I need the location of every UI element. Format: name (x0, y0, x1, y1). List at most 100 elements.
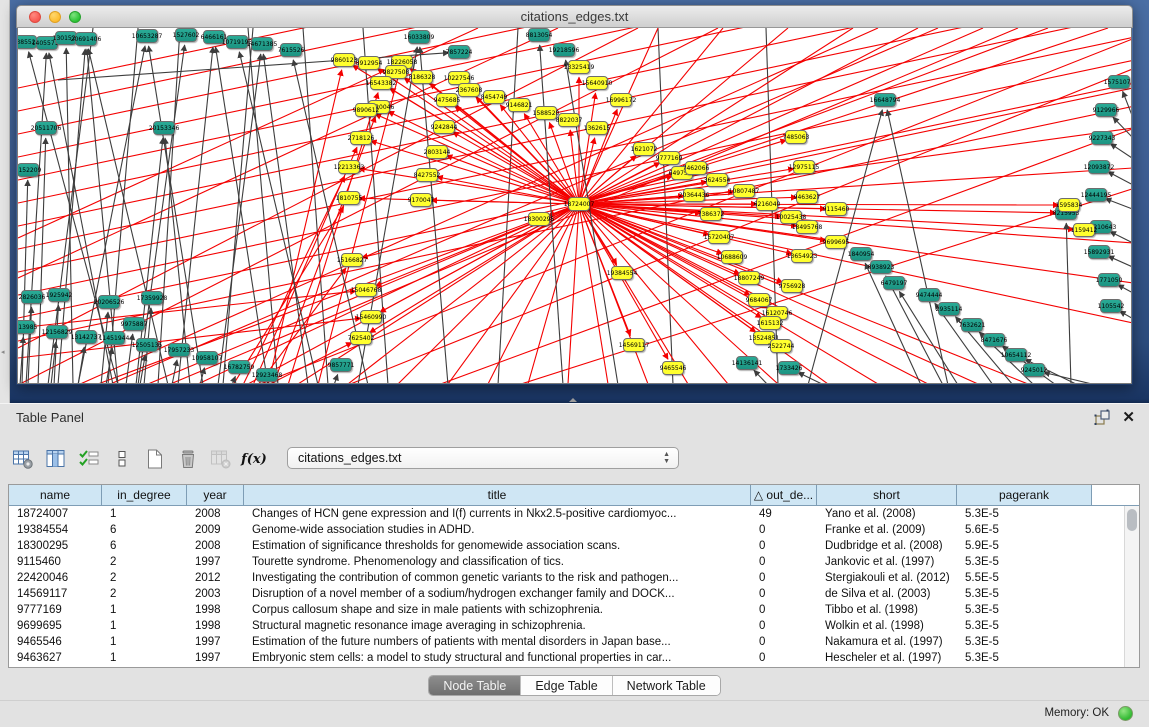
table-cell[interactable]: 14569117 (9, 586, 102, 602)
table-cell[interactable]: 1 (102, 634, 187, 650)
table-cell[interactable]: 5.3E-5 (957, 602, 1092, 618)
table-row[interactable]: 1830029562008Estimation of significance … (9, 538, 1123, 554)
table-row[interactable]: 1938455462009Genome-wide association stu… (9, 522, 1123, 538)
network-node[interactable]: 7462066 (685, 161, 707, 175)
network-node[interactable]: 7615526 (280, 43, 302, 57)
table-cell[interactable]: Estimation of the future numbers of pati… (244, 634, 751, 650)
table-cell[interactable]: Corpus callosum shape and size in male p… (244, 602, 751, 618)
table-cell[interactable]: 5.3E-5 (957, 554, 1092, 570)
table-cell[interactable]: Embryonic stem cells: a model to study s… (244, 650, 751, 666)
network-node[interactable]: 1362615 (586, 121, 608, 135)
network-node[interactable]: 18807249 (738, 271, 760, 285)
close-panel-icon[interactable]: ✕ (1122, 410, 1135, 426)
network-node[interactable]: 8813054 (528, 28, 550, 42)
network-node[interactable]: 1527602 (175, 28, 197, 42)
table-cell[interactable]: 18724007 (9, 506, 102, 522)
table-cell[interactable]: 9777169 (9, 602, 102, 618)
network-node[interactable]: 7485063 (785, 130, 807, 144)
close-window-icon[interactable] (29, 11, 41, 23)
network-node[interactable]: 2803144 (426, 145, 448, 159)
column-header-year[interactable]: year (187, 485, 244, 505)
table-row[interactable]: 946362711997Embryonic stem cells: a mode… (9, 650, 1123, 666)
float-window-icon[interactable] (1093, 409, 1110, 426)
table-row[interactable]: 2242004622012Investigating the contribut… (9, 570, 1123, 586)
table-cell[interactable]: Yano et al. (2008) (817, 506, 957, 522)
network-node[interactable]: 2826036 (21, 290, 43, 304)
table-cell[interactable]: Structural magnetic resonance image aver… (244, 618, 751, 634)
window-titlebar[interactable]: citations_edges.txt (16, 5, 1133, 28)
table-settings-icon[interactable] (10, 446, 36, 472)
table-cell[interactable]: Tibbo et al. (1998) (817, 602, 957, 618)
network-node[interactable]: 17359928 (141, 291, 163, 305)
table-cell[interactable]: 0 (751, 538, 817, 554)
table-cell[interactable]: Franke et al. (2009) (817, 522, 957, 538)
network-node[interactable]: 7632621 (961, 318, 983, 332)
table-cell[interactable]: 5.3E-5 (957, 506, 1092, 522)
network-node[interactable]: 15892931 (1088, 245, 1110, 259)
table-row[interactable]: 1456911722003Disruption of a novel membe… (9, 586, 1123, 602)
tab-node-table[interactable]: Node Table (429, 676, 521, 695)
table-cell[interactable]: 1 (102, 506, 187, 522)
table-row[interactable]: 1872400712008Changes of HCN gene express… (9, 506, 1123, 522)
network-node[interactable]: 12923468 (256, 368, 278, 382)
network-node[interactable]: 6479197 (883, 276, 905, 290)
table-cell[interactable]: Jankovic et al. (1997) (817, 554, 957, 570)
network-node[interactable]: 16543382 (370, 76, 392, 90)
network-node[interactable]: 15460990 (360, 310, 382, 324)
network-node[interactable]: 8938923 (870, 260, 892, 274)
table-cell[interactable]: 1 (102, 650, 187, 666)
delete-columns-icon[interactable] (175, 446, 201, 472)
table-cell[interactable]: 2012 (187, 570, 244, 586)
network-node[interactable]: 16782759 (228, 360, 250, 374)
table-cell[interactable]: 2 (102, 570, 187, 586)
network-node[interactable]: 16648794 (874, 93, 896, 107)
table-cell[interactable]: Dudbridge et al. (2008) (817, 538, 957, 554)
network-node[interactable]: 6216040 (756, 197, 778, 211)
network-node[interactable]: 9684067 (748, 293, 770, 307)
network-node[interactable]: 9242844 (433, 120, 455, 134)
table-cell[interactable]: Changes of HCN gene expression and I(f) … (244, 506, 751, 522)
column-header-out_de[interactable]: △ out_de... (751, 485, 817, 505)
table-cell[interactable]: 5.6E-5 (957, 522, 1092, 538)
network-canvas[interactable]: 2385528140557141301525206914061065328715… (17, 28, 1132, 384)
network-node[interactable]: 9857771 (330, 358, 352, 372)
table-cell[interactable]: 2008 (187, 538, 244, 554)
network-node[interactable]: 8454749 (483, 90, 505, 104)
network-node[interactable]: 10958107 (196, 351, 218, 365)
minimize-window-icon[interactable] (49, 11, 61, 23)
network-node[interactable]: 18495768 (796, 220, 818, 234)
network-node[interactable]: 8186328 (411, 70, 433, 84)
table-cell[interactable]: Nakamura et al. (1997) (817, 634, 957, 650)
table-cell[interactable]: 5.3E-5 (957, 634, 1092, 650)
network-node[interactable]: 9227343 (1091, 131, 1113, 145)
select-columns-icon[interactable] (76, 446, 102, 472)
table-cell[interactable]: 22420046 (9, 570, 102, 586)
network-node[interactable]: 12505135 (136, 338, 158, 352)
table-cell[interactable]: Investigating the contribution of common… (244, 570, 751, 586)
network-node[interactable]: 10653287 (136, 29, 158, 43)
table-cell[interactable]: 0 (751, 586, 817, 602)
network-node[interactable]: 9890612 (355, 103, 377, 117)
table-cell[interactable]: 0 (751, 650, 817, 666)
network-node[interactable]: 12156829 (46, 325, 68, 339)
network-node[interactable]: 1810755 (338, 191, 360, 205)
network-node[interactable]: 16033809 (408, 30, 430, 44)
network-node[interactable]: 10654112 (1005, 348, 1027, 362)
network-node[interactable]: 13325419 (568, 60, 590, 74)
network-node[interactable]: 19384554 (611, 266, 633, 280)
network-node[interactable]: 10807487 (733, 184, 755, 198)
table-cell[interactable]: Genome-wide association studies in ADHD. (244, 522, 751, 538)
network-node[interactable]: 2367608 (458, 83, 480, 97)
network-node[interactable]: 15046768 (355, 283, 377, 297)
network-node[interactable]: 15166827 (341, 253, 363, 267)
network-node[interactable]: 9170047 (410, 193, 432, 207)
table-cell[interactable]: 0 (751, 522, 817, 538)
table-cell[interactable]: 0 (751, 554, 817, 570)
table-row[interactable]: 911546021997Tourette syndrome. Phenomeno… (9, 554, 1123, 570)
network-node[interactable]: 9115460 (825, 202, 847, 216)
table-cell[interactable]: 2003 (187, 586, 244, 602)
table-row[interactable]: 946554611997Estimation of the future num… (9, 634, 1123, 650)
network-node[interactable]: 9975887 (123, 317, 145, 331)
network-node[interactable]: 10719193 (226, 35, 248, 49)
scrollbar-thumb[interactable] (1127, 509, 1137, 531)
